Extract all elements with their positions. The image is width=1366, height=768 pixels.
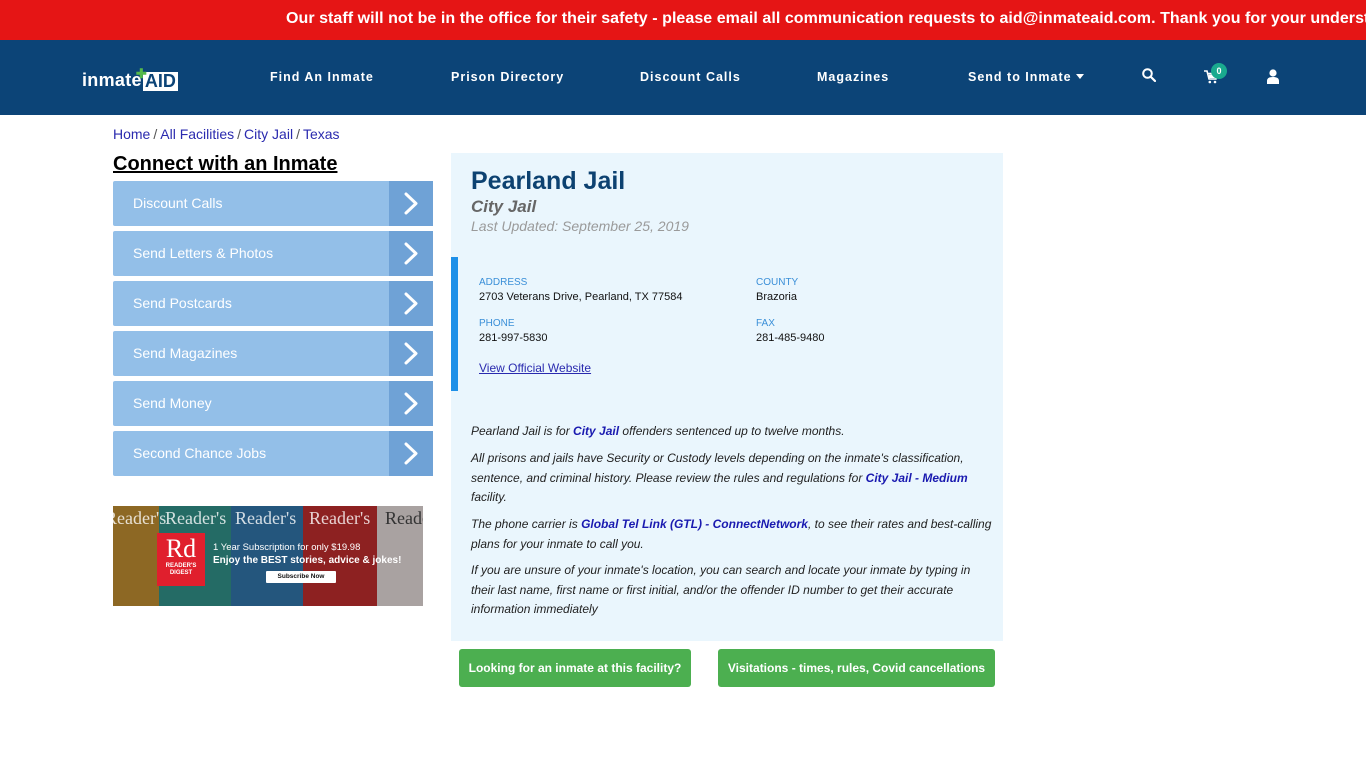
rd-logo-sub1: READER'S <box>165 563 197 569</box>
sidebar-item-send-letters-photos[interactable]: Send Letters & Photos <box>113 231 433 276</box>
nav-prison-directory[interactable]: Prison Directory <box>451 70 564 84</box>
breadcrumb-home[interactable]: Home <box>113 126 150 142</box>
visitations-button[interactable]: Visitations - times, rules, Covid cancel… <box>718 649 995 687</box>
ad-masthead: Reader's <box>235 508 297 528</box>
official-website-link[interactable]: View Official Website <box>479 361 591 375</box>
breadcrumb: Home / All Facilities / City Jail / Texas <box>113 126 340 142</box>
phone-carrier-link[interactable]: Global Tel Link (GTL) - ConnectNetwork <box>581 517 808 531</box>
top-navbar: inmate ✚ AID Find An Inmate Prison Direct… <box>0 40 1366 115</box>
facility-name: Pearland Jail <box>471 167 626 195</box>
last-updated: Last Updated: September 25, 2019 <box>471 218 689 234</box>
ad-masthead: Reader's <box>309 508 371 528</box>
desc-text: offenders sentenced up to twelve months. <box>619 424 845 438</box>
sidebar-item-send-magazines[interactable]: Send Magazines <box>113 331 433 376</box>
user-icon[interactable] <box>1267 69 1279 89</box>
sidebar-item-label: Discount Calls <box>133 195 223 211</box>
sidebar-item-label: Second Chance Jobs <box>133 445 267 461</box>
find-inmate-at-facility-button[interactable]: Looking for an inmate at this facility? <box>459 649 691 687</box>
county-label: COUNTY <box>756 277 799 288</box>
caret-down-icon <box>1075 74 1084 79</box>
rd-logo-sub2: DIGEST <box>169 570 193 576</box>
nav-discount-calls[interactable]: Discount Calls <box>640 70 741 84</box>
desc-text: The phone carrier is <box>471 517 582 531</box>
ad-tagline: Enjoy the BEST stories, advice & jokes! <box>213 555 402 566</box>
description-paragraph-3: The phone carrier is Global Tel Link (GT… <box>471 515 996 554</box>
sidebar-item-label: Send Letters & Photos <box>133 245 274 261</box>
description-paragraph-1: Pearland Jail is for City Jail offenders… <box>471 422 996 442</box>
sidebar-item-send-money[interactable]: Send Money <box>113 381 433 426</box>
chevron-right-icon <box>389 181 433 226</box>
breadcrumb-city-jail[interactable]: City Jail <box>244 126 293 142</box>
nav-magazines[interactable]: Magazines <box>817 70 889 84</box>
alert-text: Our staff will not be in the office for … <box>286 10 1366 27</box>
chevron-right-icon <box>389 231 433 276</box>
readers-digest-ad[interactable]: Reader's Reader's Reader's Reader's Read… <box>113 506 423 606</box>
sidebar-item-discount-calls[interactable]: Discount Calls <box>113 181 433 226</box>
ad-masthead: Reader's <box>385 508 423 528</box>
breadcrumb-separator: / <box>153 126 158 142</box>
sidebar-item-second-chance-jobs[interactable]: Second Chance Jobs <box>113 431 433 476</box>
sidebar-item-label: Send Postcards <box>133 295 232 311</box>
facility-card: Pearland Jail City Jail Last Updated: Se… <box>451 153 1003 641</box>
ad-subscribe-button[interactable]: Subscribe Now <box>266 571 336 583</box>
address-label: ADDRESS <box>479 277 528 288</box>
breadcrumb-separator: / <box>296 126 300 142</box>
sidebar-menu: Discount Calls Send Letters & Photos Sen… <box>113 181 433 481</box>
phone-label: PHONE <box>479 318 515 329</box>
fax-value: 281-485-9480 <box>756 332 825 344</box>
rd-logo-text: Rd <box>165 534 197 563</box>
logo[interactable]: inmate ✚ AID <box>82 66 178 91</box>
chevron-right-icon <box>389 381 433 426</box>
logo-plus-icon: ✚ <box>135 66 147 81</box>
nav-find-an-inmate[interactable]: Find An Inmate <box>270 70 374 84</box>
fax-label: FAX <box>756 318 775 329</box>
logo-text-inmate: inmate <box>82 70 142 90</box>
sidebar-item-label: Send Magazines <box>133 345 238 361</box>
breadcrumb-separator: / <box>237 126 242 142</box>
county-value: Brazoria <box>756 291 797 303</box>
description-paragraph-4: If you are unsure of your inmate's locat… <box>471 563 971 616</box>
facility-type: City Jail <box>471 197 537 216</box>
desc-text: facility. <box>471 490 507 504</box>
search-icon[interactable] <box>1142 68 1157 87</box>
sidebar-title: Connect with an Inmate <box>113 153 338 175</box>
readers-digest-logo: Rd READER'S DIGEST <box>157 533 205 586</box>
chevron-right-icon <box>389 281 433 326</box>
nav-send-to-inmate[interactable]: Send to Inmate <box>968 70 1084 84</box>
city-jail-link[interactable]: City Jail <box>573 424 619 438</box>
ad-masthead: Reader's <box>113 508 167 528</box>
chevron-right-icon <box>389 431 433 476</box>
chevron-right-icon <box>389 331 433 376</box>
breadcrumb-texas[interactable]: Texas <box>303 126 340 142</box>
logo-text-aid: ✚ AID <box>136 66 178 91</box>
cart-count-badge: 0 <box>1211 63 1227 79</box>
breadcrumb-all-facilities[interactable]: All Facilities <box>160 126 234 142</box>
facility-info-block: ADDRESS 2703 Veterans Drive, Pearland, T… <box>451 257 1003 391</box>
sidebar-item-send-postcards[interactable]: Send Postcards <box>113 281 433 326</box>
sidebar-item-label: Send Money <box>133 395 212 411</box>
nav-send-to-inmate-label: Send to Inmate <box>968 70 1072 84</box>
city-jail-medium-link[interactable]: City Jail - Medium <box>866 471 968 485</box>
phone-value: 281-997-5830 <box>479 332 548 344</box>
logo-aid-label: AID <box>144 71 176 91</box>
address-value: 2703 Veterans Drive, Pearland, TX 77584 <box>479 291 683 303</box>
desc-text: Pearland Jail is for <box>471 424 574 438</box>
alert-banner: Our staff will not be in the office for … <box>0 0 1366 40</box>
ad-masthead: Reader's <box>165 508 227 528</box>
description-paragraph-2: All prisons and jails have Security or C… <box>471 449 996 508</box>
ad-offer-text: 1 Year Subscription for only $19.98 <box>213 542 361 553</box>
